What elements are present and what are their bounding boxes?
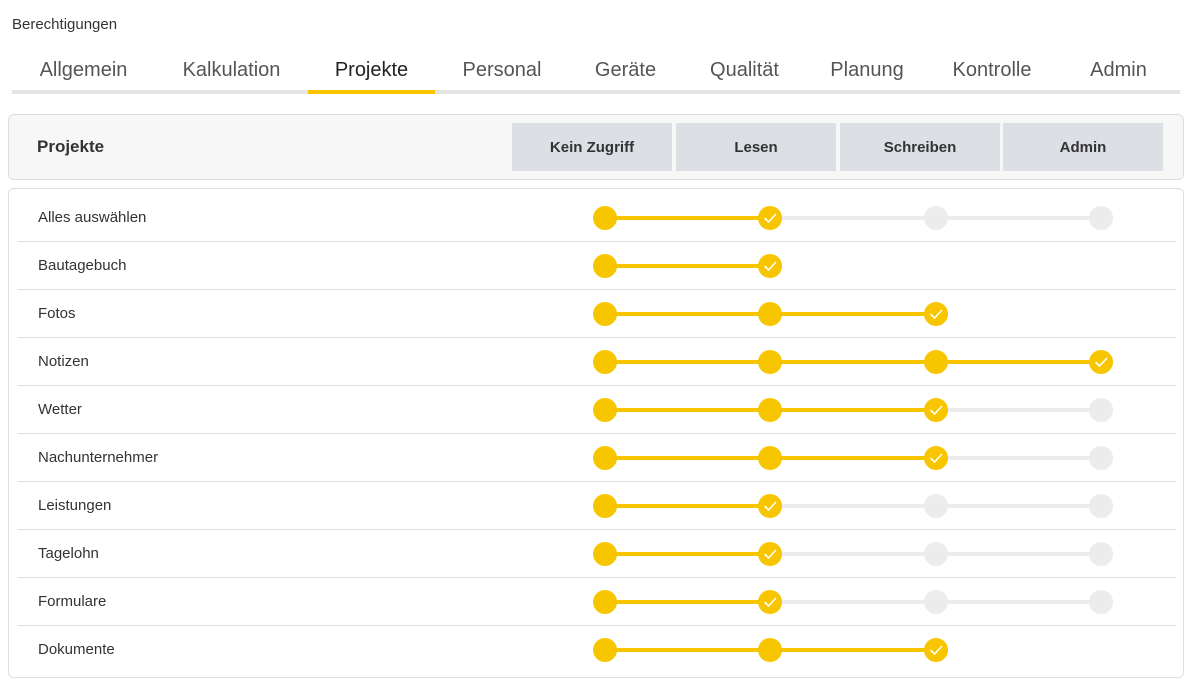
permission-slider[interactable] bbox=[585, 290, 1115, 338]
slider-node[interactable] bbox=[593, 398, 617, 422]
slider-node[interactable] bbox=[758, 638, 782, 662]
permission-header: Projekte Kein Zugriff Lesen Schreiben Ad… bbox=[8, 114, 1184, 180]
slider-node[interactable] bbox=[758, 350, 782, 374]
page-title: Berechtigungen bbox=[12, 16, 118, 33]
slider-selected-node[interactable] bbox=[758, 590, 782, 614]
slider-node[interactable] bbox=[593, 590, 617, 614]
permission-slider[interactable] bbox=[585, 434, 1115, 482]
slider-node[interactable] bbox=[1089, 542, 1113, 566]
slider-selected-node[interactable] bbox=[758, 206, 782, 230]
slider-node[interactable] bbox=[924, 590, 948, 614]
permission-slider[interactable] bbox=[585, 530, 1115, 578]
permission-row: Nachunternehmer bbox=[18, 434, 1176, 482]
slider-node[interactable] bbox=[593, 206, 617, 230]
permission-row-label: Nachunternehmer bbox=[38, 449, 159, 466]
slider-node[interactable] bbox=[924, 542, 948, 566]
permission-row-label: Bautagebuch bbox=[38, 257, 127, 274]
slider-node[interactable] bbox=[593, 254, 617, 278]
permission-row: Notizen bbox=[18, 338, 1176, 386]
tab-allgemein[interactable]: Allgemein bbox=[12, 50, 155, 90]
slider-node[interactable] bbox=[1089, 446, 1113, 470]
level-button-kein-zugriff[interactable]: Kein Zugriff bbox=[512, 123, 672, 171]
permission-row: Wetter bbox=[18, 386, 1176, 434]
slider-node[interactable] bbox=[924, 494, 948, 518]
permission-slider[interactable] bbox=[585, 242, 1115, 290]
permission-row: Tagelohn bbox=[18, 530, 1176, 578]
permission-row-label: Leistungen bbox=[38, 497, 112, 514]
tab-kalkulation[interactable]: Kalkulation bbox=[155, 50, 308, 90]
slider-node[interactable] bbox=[924, 206, 948, 230]
tab-admin[interactable]: Admin bbox=[1057, 50, 1180, 90]
permission-slider[interactable] bbox=[585, 482, 1115, 530]
slider-node[interactable] bbox=[1089, 398, 1113, 422]
slider-node[interactable] bbox=[924, 350, 948, 374]
slider-node[interactable] bbox=[593, 446, 617, 470]
tab-personal[interactable]: Personal bbox=[435, 50, 569, 90]
slider-selected-node[interactable] bbox=[924, 638, 948, 662]
permission-row-label: Dokumente bbox=[38, 641, 115, 658]
permission-slider[interactable] bbox=[585, 194, 1115, 242]
permission-row-label: Fotos bbox=[38, 305, 76, 322]
permission-row: Fotos bbox=[18, 290, 1176, 338]
permission-row-label: Tagelohn bbox=[38, 545, 99, 562]
permission-slider[interactable] bbox=[585, 386, 1115, 434]
permission-row: Formulare bbox=[18, 578, 1176, 626]
slider-node[interactable] bbox=[758, 398, 782, 422]
permission-row: Dokumente bbox=[18, 626, 1176, 674]
tab-kontrolle[interactable]: Kontrolle bbox=[927, 50, 1057, 90]
permission-row-label: Wetter bbox=[38, 401, 82, 418]
section-label: Projekte bbox=[37, 137, 105, 156]
slider-node[interactable] bbox=[593, 350, 617, 374]
level-button-lesen[interactable]: Lesen bbox=[676, 123, 836, 171]
tab-projekte[interactable]: Projekte bbox=[308, 50, 435, 94]
slider-selected-node[interactable] bbox=[924, 302, 948, 326]
slider-node[interactable] bbox=[593, 494, 617, 518]
tab-qualität[interactable]: Qualität bbox=[682, 50, 807, 90]
tab-bar: Allgemein Kalkulation Projekte Personal Gerä… bbox=[12, 50, 1180, 94]
slider-node[interactable] bbox=[1089, 494, 1113, 518]
slider-node[interactable] bbox=[593, 542, 617, 566]
tab-geräte[interactable]: Geräte bbox=[569, 50, 682, 90]
tab-planung[interactable]: Planung bbox=[807, 50, 927, 90]
permission-slider[interactable] bbox=[585, 578, 1115, 626]
level-button-schreiben[interactable]: Schreiben bbox=[840, 123, 1000, 171]
permission-list: Alles auswählen Bautagebuch Fotos Notizen We… bbox=[8, 188, 1184, 678]
permission-row: Alles auswählen bbox=[18, 194, 1176, 242]
permission-row: Leistungen bbox=[18, 482, 1176, 530]
permission-row: Bautagebuch bbox=[18, 242, 1176, 290]
slider-node[interactable] bbox=[593, 638, 617, 662]
permission-row-label: Formulare bbox=[38, 593, 107, 610]
slider-selected-node[interactable] bbox=[924, 446, 948, 470]
slider-selected-node[interactable] bbox=[758, 254, 782, 278]
slider-selected-node[interactable] bbox=[758, 494, 782, 518]
slider-selected-node[interactable] bbox=[924, 398, 948, 422]
permission-slider[interactable] bbox=[585, 626, 1115, 674]
slider-selected-node[interactable] bbox=[758, 542, 782, 566]
slider-selected-node[interactable] bbox=[1089, 350, 1113, 374]
permission-slider[interactable] bbox=[585, 338, 1115, 386]
slider-node[interactable] bbox=[758, 302, 782, 326]
slider-node[interactable] bbox=[1089, 206, 1113, 230]
slider-node[interactable] bbox=[1089, 590, 1113, 614]
slider-node[interactable] bbox=[758, 446, 782, 470]
permission-row-label: Alles auswählen bbox=[38, 209, 147, 226]
level-button-admin[interactable]: Admin bbox=[1003, 123, 1163, 171]
permission-row-label: Notizen bbox=[38, 353, 89, 370]
slider-node[interactable] bbox=[593, 302, 617, 326]
